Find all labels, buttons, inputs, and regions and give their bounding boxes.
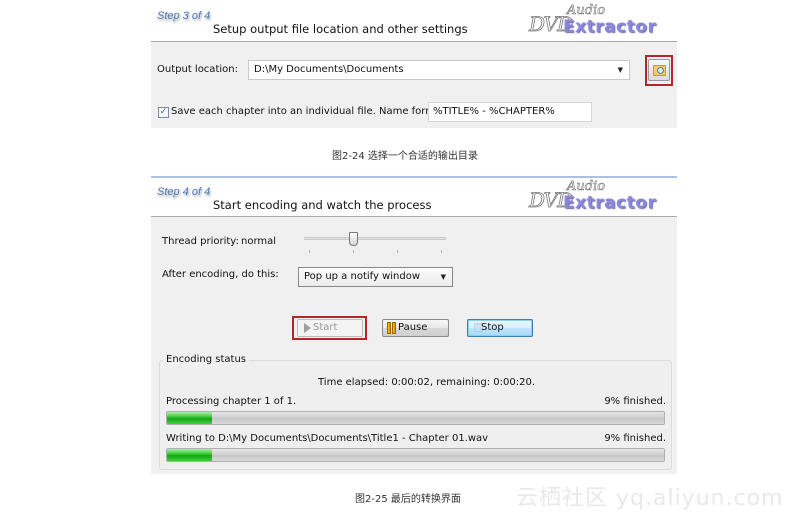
file-status-text: Writing to D:\My Documents\Documents\Tit… [166,433,489,444]
logo-extractor-text: Extractor [563,193,657,213]
app-logo: DVD Audio Extractor [529,179,659,213]
stop-button[interactable]: Stop [467,319,533,337]
step3-header: Step 3 of 4 Setup output file location a… [151,0,677,41]
pause-button-label: Pause [398,322,428,333]
chevron-down-icon[interactable]: ▼ [441,268,446,286]
play-icon [304,323,311,333]
step3-body: Output location: D:\My Documents\Documen… [151,41,677,128]
save-chapter-checkbox[interactable]: ✓ [158,107,169,118]
step3-step-label: Step 3 of 4 [157,10,211,22]
stop-button-label: Stop [481,322,504,333]
thread-priority-label: Thread priority: [162,236,239,247]
name-format-input[interactable]: %TITLE% - %CHAPTER% [428,102,592,122]
chapter-progress-bar [166,411,665,425]
file-percent-text: 9% finished. [604,433,666,444]
after-encoding-label: After encoding, do this: [162,269,279,280]
step3-title: Setup output file location and other set… [213,22,468,36]
output-location-label: Output location: [157,64,238,75]
thread-priority-value: normal [241,236,277,247]
step4-step-label: Step 4 of 4 [157,186,211,198]
chapter-status-text: Processing chapter 1 of 1. [166,396,297,407]
figure-caption-2-24: 图2-24 选择一个合适的输出目录 [332,151,478,162]
slider-tick [397,250,398,253]
slider-tick [441,250,442,253]
save-chapter-label: Save each chapter into an individual fil… [171,106,446,117]
chapter-progress-fill [167,412,212,424]
browse-folder-button[interactable] [648,59,670,81]
output-location-combo[interactable]: D:\My Documents\Documents ▼ [248,60,630,80]
step4-panel: Step 4 of 4 Start encoding and watch the… [151,176,677,474]
app-logo: DVD Audio Extractor [529,3,659,37]
pause-icon [387,322,397,334]
slider-tick [309,250,310,253]
logo-extractor-text: Extractor [563,17,657,37]
time-status-text: Time elapsed: 0:00:02, remaining: 0:00:2… [318,377,535,388]
watermark-text: 云栖社区 yq.aliyun.com [516,486,784,511]
logo-audio-text: Audio [567,179,606,195]
folder-browse-icon [653,65,666,76]
thread-priority-slider[interactable] [304,231,446,253]
pause-button[interactable]: Pause [382,319,449,337]
start-button[interactable]: Start [297,319,363,337]
figure-caption-2-25: 图2-25 最后的转换界面 [355,494,461,505]
after-encoding-value: Pop up a notify window [304,271,421,282]
encoding-status-title: Encoding status [163,354,249,365]
after-encoding-select[interactable]: Pop up a notify window ▼ [298,267,453,287]
chapter-percent-text: 9% finished. [604,396,666,407]
file-progress-fill [167,449,212,461]
start-button-label: Start [313,322,338,333]
slider-track[interactable] [304,237,446,240]
step4-body: Thread priority: normal After encoding, … [151,216,677,474]
name-format-value: %TITLE% - %CHAPTER% [433,106,555,117]
slider-thumb[interactable] [349,232,358,246]
output-location-value: D:\My Documents\Documents [254,64,404,75]
chevron-down-icon[interactable]: ▼ [618,61,623,79]
file-progress-bar [166,448,665,462]
step4-header: Step 4 of 4 Start encoding and watch the… [151,178,677,216]
logo-audio-text: Audio [567,3,606,19]
step3-panel: Step 3 of 4 Setup output file location a… [151,0,677,128]
step4-title: Start encoding and watch the process [213,198,432,212]
slider-tick [353,250,354,253]
